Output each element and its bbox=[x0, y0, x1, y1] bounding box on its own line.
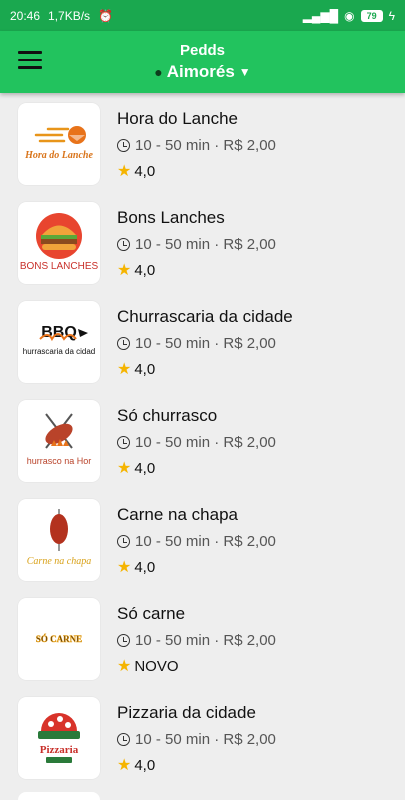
star-icon: ★ bbox=[117, 163, 132, 180]
restaurant-logo-text: hurrasco na Hor bbox=[27, 456, 92, 466]
clock-icon bbox=[117, 634, 130, 647]
rating: ★ NOVO bbox=[117, 656, 179, 676]
restaurant-name: Hora do Lanche bbox=[117, 109, 238, 128]
signal-icon: ▂▄▆█ bbox=[302, 8, 339, 23]
rating-value: 4,0 bbox=[134, 756, 156, 774]
restaurant-item[interactable]: BONS LANCHES Bons Lanches 10 - 50 min · … bbox=[0, 192, 405, 291]
star-icon: ★ bbox=[117, 460, 132, 477]
clock-icon bbox=[117, 337, 130, 350]
network-speed: 1,7KB/s bbox=[48, 8, 91, 23]
restaurant-list: Hora do Lanche Hora do Lanche 10 - 50 mi… bbox=[0, 93, 405, 800]
rating: ★ 4,0 bbox=[117, 260, 155, 280]
star-icon: ★ bbox=[117, 757, 132, 774]
restaurant-item[interactable]: hurrasco na Hor Só churrasco 10 - 50 min… bbox=[0, 390, 405, 489]
star-icon: ★ bbox=[117, 262, 132, 279]
delivery-info-text: 10 - 50 min · R$ 2,00 bbox=[135, 434, 276, 451]
restaurant-name: Carne na chapa bbox=[117, 505, 238, 524]
restaurant-item[interactable]: Hora do Lanche Hora do Lanche 10 - 50 mi… bbox=[0, 93, 405, 192]
restaurant-item[interactable]: Pizzaria Pizzaria da cidade 10 - 50 min … bbox=[0, 687, 405, 786]
star-icon: ★ bbox=[117, 559, 132, 576]
rating-value: 4,0 bbox=[134, 360, 156, 378]
restaurant-logo-text: hurrascaria da cidad bbox=[23, 347, 95, 356]
clock-icon bbox=[117, 139, 130, 152]
rating: ★ 4,0 bbox=[117, 458, 155, 478]
delivery-info: 10 - 50 min · R$ 2,00 bbox=[117, 137, 276, 154]
delivery-info: 10 - 50 min · R$ 2,00 bbox=[117, 533, 276, 550]
delivery-info-text: 10 - 50 min · R$ 2,00 bbox=[135, 632, 276, 649]
restaurant-name: Só carne bbox=[117, 604, 186, 623]
app-title: Pedds bbox=[179, 42, 225, 59]
delivery-info: 10 - 50 min · R$ 2,00 bbox=[117, 731, 276, 748]
rating: ★ 4,0 bbox=[117, 161, 155, 181]
delivery-info-text: 10 - 50 min · R$ 2,00 bbox=[135, 533, 276, 550]
restaurant-item[interactable]: SÓ CARNE Só carne 10 - 50 min · R$ 2,00 … bbox=[0, 588, 405, 687]
rating-value: 4,0 bbox=[134, 459, 156, 477]
city-name: Aimorés bbox=[166, 62, 235, 81]
svg-text:BBQ: BBQ bbox=[41, 324, 77, 341]
wifi-icon: ◉ bbox=[344, 8, 355, 23]
next-restaurant-logo-partial bbox=[18, 792, 100, 800]
delivery-info-text: 10 - 50 min · R$ 2,00 bbox=[135, 236, 276, 253]
clock-icon bbox=[117, 436, 130, 449]
rating: ★ 4,0 bbox=[117, 359, 155, 379]
restaurant-logo-text: Pizzaria bbox=[40, 744, 79, 756]
charging-icon: ϟ bbox=[388, 8, 395, 23]
chevron-down-icon: ▼ bbox=[238, 65, 251, 79]
delivery-info-text: 10 - 50 min · R$ 2,00 bbox=[135, 731, 276, 748]
restaurant-logo: Hora do Lanche bbox=[18, 103, 100, 185]
delivery-info: 10 - 50 min · R$ 2,00 bbox=[117, 335, 276, 352]
delivery-info: 10 - 50 min · R$ 2,00 bbox=[117, 434, 276, 451]
app-bar: Pedds ● Aimorés ▼ bbox=[0, 31, 405, 93]
restaurant-name: Só churrasco bbox=[117, 406, 218, 425]
restaurant-logo-text: SÓ CARNE bbox=[36, 634, 82, 644]
status-bar: 20:46 1,7KB/s ⏰ ▂▄▆█ ◉ 79 ϟ bbox=[0, 0, 405, 31]
clock-icon bbox=[117, 238, 130, 251]
delivery-info: 10 - 50 min · R$ 2,00 bbox=[117, 236, 276, 253]
delivery-info-text: 10 - 50 min · R$ 2,00 bbox=[135, 137, 276, 154]
rating-value: 4,0 bbox=[134, 261, 156, 279]
restaurant-item[interactable]: BBQ hurrascaria da cidad Churrascaria da… bbox=[0, 291, 405, 390]
city-selector[interactable]: ● Aimorés ▼ bbox=[0, 62, 405, 82]
rating-value: 4,0 bbox=[134, 162, 156, 180]
clock-icon bbox=[117, 733, 130, 746]
alarm-icon: ⏰ bbox=[98, 8, 114, 23]
restaurant-logo: BONS LANCHES bbox=[18, 202, 100, 284]
battery-icon: 79 bbox=[360, 9, 383, 22]
restaurant-logo: BBQ hurrascaria da cidad bbox=[18, 301, 100, 383]
restaurant-name: Pizzaria da cidade bbox=[117, 703, 256, 722]
restaurant-logo-text: BONS LANCHES bbox=[20, 261, 99, 272]
rating-value: 4,0 bbox=[134, 558, 156, 576]
star-icon: ★ bbox=[117, 361, 132, 378]
rating-value: NOVO bbox=[134, 657, 179, 675]
restaurant-logo: SÓ CARNE bbox=[18, 598, 100, 680]
delivery-info-text: 10 - 50 min · R$ 2,00 bbox=[135, 335, 276, 352]
restaurant-logo-text: Hora do Lanche bbox=[24, 150, 93, 161]
clock-icon bbox=[117, 535, 130, 548]
restaurant-name: Churrascaria da cidade bbox=[117, 307, 293, 326]
restaurant-logo: Carne na chapa bbox=[18, 499, 100, 581]
location-pin-icon: ● bbox=[154, 64, 163, 80]
rating: ★ 4,0 bbox=[117, 557, 155, 577]
restaurant-item[interactable]: Carne na chapa Carne na chapa 10 - 50 mi… bbox=[0, 489, 405, 588]
restaurant-logo: Pizzaria bbox=[18, 697, 100, 779]
restaurant-logo-text: Carne na chapa bbox=[27, 556, 91, 567]
restaurant-logo: hurrasco na Hor bbox=[18, 400, 100, 482]
delivery-info: 10 - 50 min · R$ 2,00 bbox=[117, 632, 276, 649]
restaurant-name: Bons Lanches bbox=[117, 208, 225, 227]
status-time: 20:46 bbox=[10, 8, 41, 23]
star-icon: ★ bbox=[117, 658, 132, 675]
rating: ★ 4,0 bbox=[117, 755, 155, 775]
